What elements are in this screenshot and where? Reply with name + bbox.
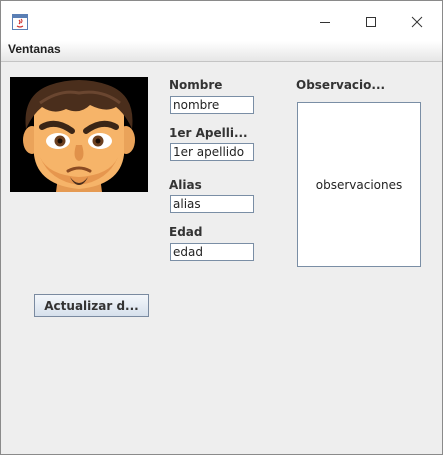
observaciones-textarea[interactable]: observaciones (297, 102, 421, 267)
alias-field[interactable]: alias (170, 195, 254, 213)
edad-label: Edad (169, 225, 203, 239)
alias-label: Alias (169, 178, 202, 192)
actualizar-button[interactable]: Actualizar d... (34, 294, 149, 317)
maximize-button[interactable] (348, 9, 394, 35)
menu-bar: Ventanas (1, 41, 442, 62)
title-bar (1, 1, 442, 41)
close-icon (411, 16, 423, 28)
edad-field[interactable]: edad (170, 243, 254, 261)
maximize-icon (366, 17, 376, 27)
nombre-field[interactable]: nombre (170, 96, 254, 114)
minimize-button[interactable] (302, 9, 348, 35)
java-app-icon (12, 14, 28, 30)
close-button[interactable] (394, 9, 440, 35)
observaciones-label: Observacio... (296, 78, 386, 92)
apellido-label: 1er Apelli... (169, 126, 248, 140)
apellido-field[interactable]: 1er apellido (170, 143, 254, 161)
application-window: Ventanas Nombre nombre 1er Apelli... 1er… (0, 0, 443, 455)
menu-ventanas[interactable]: Ventanas (8, 42, 61, 56)
user-avatar (10, 77, 148, 192)
male-face-icon (10, 77, 148, 192)
observaciones-text: observaciones (315, 177, 403, 192)
minimize-icon (320, 22, 330, 23)
nombre-label: Nombre (169, 78, 223, 92)
